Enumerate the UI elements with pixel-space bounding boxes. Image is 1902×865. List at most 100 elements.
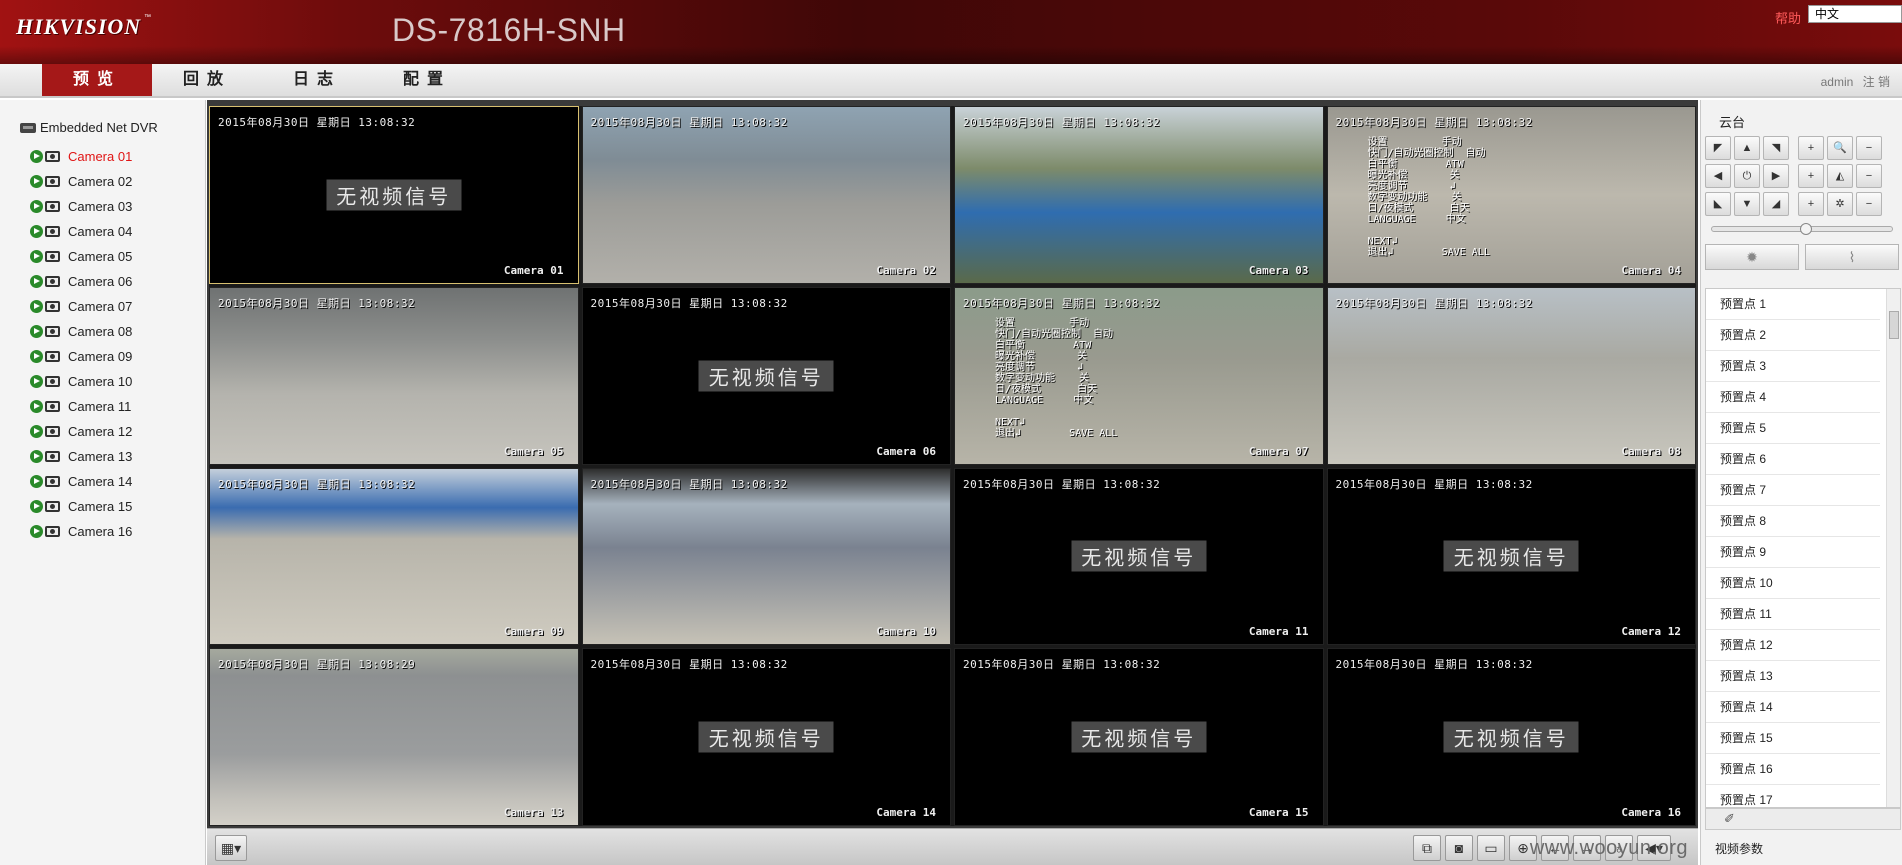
preset-item[interactable]: 预置点 15 [1706, 723, 1880, 754]
play-status-icon[interactable] [30, 225, 43, 238]
play-status-icon[interactable] [30, 500, 43, 513]
preset-item[interactable]: 预置点 16 [1706, 754, 1880, 785]
play-status-icon[interactable] [30, 375, 43, 388]
sidebar-camera-item[interactable]: Camera 12 [30, 419, 132, 444]
preset-item[interactable]: 预置点 2 [1706, 320, 1880, 351]
video-params-label[interactable]: 视频参数 [1715, 840, 1763, 857]
preset-item[interactable]: 预置点 5 [1706, 413, 1880, 444]
preset-item[interactable]: 预置点 7 [1706, 475, 1880, 506]
sidebar-camera-item[interactable]: Camera 10 [30, 369, 132, 394]
ptz-right-icon[interactable]: ▶ [1763, 164, 1789, 188]
preset-item[interactable]: 预置点 11 [1706, 599, 1880, 630]
play-status-icon[interactable] [30, 425, 43, 438]
ptz-up-left-icon[interactable]: ◤ [1705, 136, 1731, 160]
zoom-magnifier-icon[interactable]: 🔍 [1827, 136, 1853, 160]
slider-knob[interactable] [1800, 223, 1812, 235]
play-status-icon[interactable] [30, 275, 43, 288]
video-tile[interactable]: 2015年08月30日 星期日 13:08:32 Camera 09 [209, 467, 579, 646]
focus-plus-icon[interactable]: + [1798, 164, 1824, 188]
video-tile[interactable]: 2015年08月30日 星期日 13:08:32 无视频信号 Camera 11 [954, 467, 1324, 646]
play-status-icon[interactable] [30, 400, 43, 413]
snapshot-camera-icon[interactable]: ◙ [1445, 835, 1473, 861]
zoom-minus-icon[interactable]: − [1856, 136, 1882, 160]
play-status-icon[interactable] [30, 350, 43, 363]
play-status-icon[interactable] [30, 450, 43, 463]
help-link[interactable]: 帮助 [1775, 8, 1801, 27]
play-status-icon[interactable] [30, 475, 43, 488]
sidebar-camera-item[interactable]: Camera 06 [30, 269, 132, 294]
preset-item[interactable]: 预置点 3 [1706, 351, 1880, 382]
language-select[interactable]: 中文 [1808, 5, 1902, 23]
sidebar-camera-item[interactable]: Camera 11 [30, 394, 132, 419]
video-tile[interactable]: 2015年08月30日 星期日 13:08:32 设置 手动 快门/自动光圈控制 … [1326, 106, 1696, 284]
ptz-down-icon[interactable]: ▼ [1734, 192, 1760, 216]
ptz-auto-icon[interactable]: ⏻ [1734, 164, 1760, 188]
sidebar-camera-item[interactable]: Camera 05 [30, 244, 132, 269]
ptz-speed-slider[interactable] [1711, 223, 1893, 235]
sidebar-camera-item[interactable]: Camera 09 [30, 344, 132, 369]
grid-layout-button[interactable]: ▦▾ [215, 835, 247, 861]
zoom-plus-icon[interactable]: + [1798, 136, 1824, 160]
preset-item[interactable]: 预置点 4 [1706, 382, 1880, 413]
play-status-icon[interactable] [30, 150, 43, 163]
preset-call-icon[interactable]: ✐ [1724, 811, 1735, 827]
light-icon[interactable]: ✹ [1705, 244, 1799, 270]
video-tile[interactable]: 2015年08月30日 星期日 13:08:32 Camera 02 [581, 106, 951, 284]
video-tile[interactable]: 2015年08月30日 星期日 13:08:32 无视频信号 Camera 12 [1326, 467, 1696, 646]
ptz-left-icon[interactable]: ◀ [1705, 164, 1731, 188]
logout-link[interactable]: 注 销 [1863, 75, 1890, 89]
ptz-up-icon[interactable]: ▲ [1734, 136, 1760, 160]
record-icon[interactable]: ▭ [1477, 835, 1505, 861]
scroll-thumb[interactable] [1889, 311, 1899, 339]
play-status-icon[interactable] [30, 300, 43, 313]
sidebar-camera-item[interactable]: Camera 14 [30, 469, 132, 494]
video-tile[interactable]: 2015年08月30日 星期日 13:08:32 Camera 05 [209, 286, 579, 465]
play-status-icon[interactable] [30, 525, 43, 538]
ptz-up-right-icon[interactable]: ◥ [1763, 136, 1789, 160]
sidebar-camera-item[interactable]: Camera 04 [30, 219, 132, 244]
video-tile[interactable]: 2015年08月30日 星期日 13:08:32 无视频信号 Camera 06 [581, 286, 951, 465]
ptz-down-left-icon[interactable]: ◣ [1705, 192, 1731, 216]
sidebar-camera-item[interactable]: Camera 02 [30, 169, 132, 194]
focus-icon[interactable]: ◭ [1827, 164, 1853, 188]
preset-item[interactable]: 预置点 1 [1706, 289, 1880, 320]
preset-item[interactable]: 预置点 6 [1706, 444, 1880, 475]
preset-item[interactable]: 预置点 8 [1706, 506, 1880, 537]
video-tile[interactable]: 2015年08月30日 星期日 13:08:32 无视频信号 Camera 14 [581, 648, 951, 826]
stop-all-icon[interactable]: ⧉ [1413, 835, 1441, 861]
sidebar-camera-item[interactable]: Camera 01 [30, 144, 132, 169]
iris-minus-icon[interactable]: − [1856, 192, 1882, 216]
focus-minus-icon[interactable]: − [1856, 164, 1882, 188]
sidebar-camera-item[interactable]: Camera 07 [30, 294, 132, 319]
video-tile[interactable]: 2015年08月30日 星期日 13:08:32 无视频信号 Camera 01 [209, 106, 579, 284]
ptz-down-right-icon[interactable]: ◢ [1763, 192, 1789, 216]
iris-icon[interactable]: ✲ [1827, 192, 1853, 216]
play-status-icon[interactable] [30, 175, 43, 188]
sidebar-camera-item[interactable]: Camera 13 [30, 444, 132, 469]
dvr-tree-root[interactable]: Embedded Net DVR [20, 120, 158, 135]
play-status-icon[interactable] [30, 200, 43, 213]
preset-item[interactable]: 预置点 10 [1706, 568, 1880, 599]
video-tile[interactable]: 2015年08月30日 星期日 13:08:32 Camera 03 [954, 106, 1324, 284]
tab-playback[interactable]: 回放 [152, 64, 262, 96]
preset-scrollbar[interactable] [1886, 289, 1900, 807]
sidebar-camera-item[interactable]: Camera 16 [30, 519, 132, 544]
sidebar-camera-item[interactable]: Camera 08 [30, 319, 132, 344]
sidebar-camera-item[interactable]: Camera 15 [30, 494, 132, 519]
tab-log[interactable]: 日志 [262, 64, 372, 96]
wiper-icon[interactable]: ⌇ [1805, 244, 1899, 270]
video-tile[interactable]: 2015年08月30日 星期日 13:08:32 无视频信号 Camera 16 [1326, 648, 1696, 826]
preset-item[interactable]: 预置点 13 [1706, 661, 1880, 692]
preset-item[interactable]: 预置点 9 [1706, 537, 1880, 568]
iris-plus-icon[interactable]: + [1798, 192, 1824, 216]
preset-item[interactable]: 预置点 12 [1706, 630, 1880, 661]
play-status-icon[interactable] [30, 325, 43, 338]
video-tile[interactable]: 2015年08月30日 星期日 13:08:32 Camera 10 [581, 467, 951, 646]
video-tile[interactable]: 2015年08月30日 星期日 13:08:32 Camera 08 [1326, 286, 1696, 465]
video-tile[interactable]: 2015年08月30日 星期日 13:08:32 设置 手动 快门/自动光圈控制 … [954, 286, 1324, 465]
video-tile[interactable]: 2015年08月30日 星期日 13:08:29 Camera 13 [209, 648, 579, 826]
preset-item[interactable]: 预置点 14 [1706, 692, 1880, 723]
sidebar-camera-item[interactable]: Camera 03 [30, 194, 132, 219]
preset-item[interactable]: 预置点 17 [1706, 785, 1880, 807]
video-tile[interactable]: 2015年08月30日 星期日 13:08:32 无视频信号 Camera 15 [954, 648, 1324, 826]
